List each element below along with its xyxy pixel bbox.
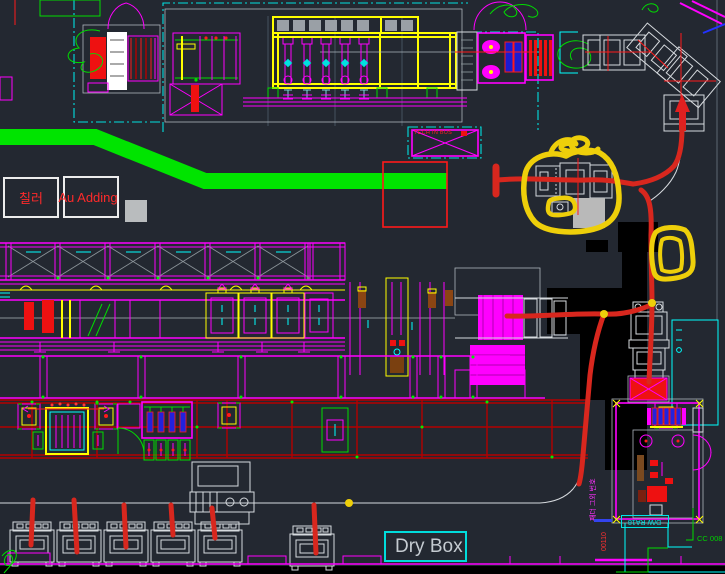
tech-note-label: TECH IN BUS	[414, 130, 472, 136]
cc-code-label: CC 008	[697, 534, 722, 543]
cad-viewport[interactable]: 칠러 Au Adding Dry Box TECH IN BUS D/W RA1…	[0, 0, 725, 574]
yellow-machine-body	[268, 33, 457, 99]
pink-note-label: 패더 그외 번호	[588, 478, 598, 521]
transfer-path-line	[0, 476, 580, 503]
red-tick-marks	[31, 500, 316, 553]
red-up-arrow	[675, 94, 690, 131]
machine-complex	[190, 462, 254, 524]
cad-drawing	[0, 0, 725, 574]
chiller-label-box: 칠러	[3, 177, 59, 218]
top-left-equipment	[0, 0, 240, 115]
yellow-node	[648, 299, 656, 307]
red-fill-panel	[90, 37, 106, 79]
dry-box-label: Dry Box	[395, 536, 463, 558]
marked-machine	[536, 158, 612, 228]
au-adding-label: Au Adding	[58, 190, 117, 205]
door-swing	[118, 404, 144, 454]
hatch-panel	[128, 36, 158, 81]
utility-band	[0, 400, 677, 460]
pipe-lines	[243, 98, 467, 106]
chiller-label: 칠러	[19, 188, 43, 207]
magenta-diagonal	[692, 1, 725, 17]
door-arc	[693, 435, 711, 453]
au-adding-label-box: Au Adding	[63, 176, 119, 218]
green-conveyor-band	[0, 137, 447, 181]
yellow-node	[345, 499, 353, 507]
left-sub-machine	[173, 33, 240, 84]
x-braced-box	[170, 84, 222, 115]
upper-piping	[0, 284, 345, 290]
gray-pad	[125, 200, 147, 222]
dry-box-label-box: Dry Box	[384, 531, 467, 562]
yellow-node	[600, 310, 608, 318]
station-box	[142, 402, 192, 460]
machine-body	[0, 278, 455, 376]
green-cabinet	[322, 408, 348, 452]
dw-room-label-box: D/W RA18	[621, 515, 669, 528]
red-zone-rect	[383, 162, 447, 227]
red-unit	[647, 486, 667, 502]
tall-yellow-chamber	[386, 278, 408, 376]
white-fill-panel	[107, 32, 127, 90]
red-code-label: 00110	[601, 532, 608, 551]
blue-panels	[647, 408, 686, 427]
top-production-line	[165, 2, 553, 156]
window-band	[273, 17, 418, 33]
pipe-drops	[0, 342, 345, 352]
blue-diagonal	[703, 24, 725, 33]
conveyor-module-c	[657, 47, 720, 108]
route-curve	[648, 130, 683, 202]
dw-room-label: D/W RA18	[628, 518, 661, 525]
truss-band	[0, 243, 345, 280]
center-production-line	[0, 243, 568, 399]
centerlines	[585, 33, 716, 131]
door-arc	[693, 452, 711, 470]
door-arc	[474, 2, 500, 30]
